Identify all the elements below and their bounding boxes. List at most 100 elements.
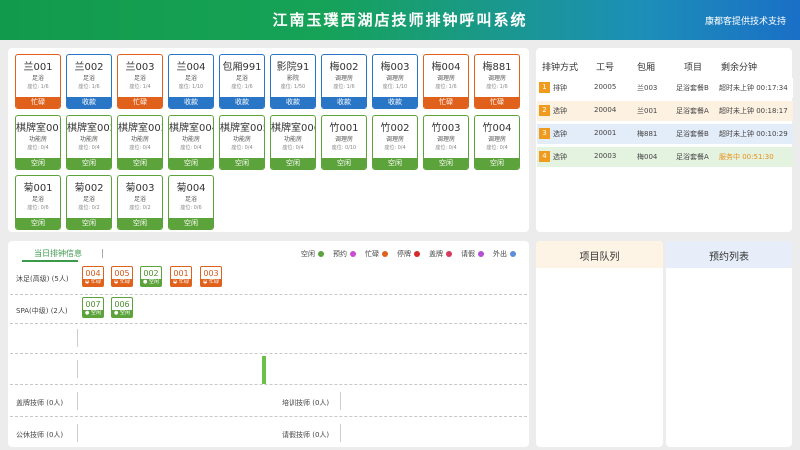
room-card[interactable]: 棋牌室002 功能房 座位: 0/4 空闲 xyxy=(66,115,112,170)
tech-status: ● 空闲 xyxy=(141,279,161,286)
legend-label: 空闲 xyxy=(301,250,315,258)
room-seats: 座位: 1/6 xyxy=(78,84,100,90)
tech-number: 006 xyxy=(114,300,130,309)
legend-item: 空闲 xyxy=(301,249,324,259)
queue-index-badge: 3 xyxy=(539,128,550,139)
room-card[interactable]: 棋牌室004 功能房 座位: 0/4 空闲 xyxy=(168,115,214,170)
queue-mode: 排钟 xyxy=(553,84,567,92)
legend-item: 外出 xyxy=(493,249,516,259)
room-seats: 座位: 0/4 xyxy=(384,145,406,151)
queue-header-id: 工号 xyxy=(596,63,615,73)
queue-row[interactable]: 2 选钟 20004 兰001 足浴套餐A 超时未上钟 00:18:17 xyxy=(537,101,793,121)
room-card[interactable]: 菊002 足浴 座位: 0/2 空闲 xyxy=(66,175,112,230)
room-type: 功能房 xyxy=(28,136,47,143)
room-seats: 座位: 0/4 xyxy=(435,145,457,151)
room-name: 梅002 xyxy=(329,62,359,73)
room-status-badge: 收款 xyxy=(271,97,315,108)
status-dot-icon xyxy=(350,251,356,257)
room-status-badge: 收款 xyxy=(322,97,366,108)
room-card[interactable]: 竹001 调理房 座位: 0/10 空闲 xyxy=(321,115,367,170)
room-card[interactable]: 棋牌室006 功能房 座位: 0/4 空闲 xyxy=(270,115,316,170)
room-card[interactable]: 菊004 足浴 座位: 0/6 空闲 xyxy=(168,175,214,230)
header-bar: 江南玉璞西湖店技师排钟呼叫系统 康都客提供技术支持 xyxy=(0,0,800,40)
room-card[interactable]: 梅004 调理房 座位: 1/6 忙碌 xyxy=(423,54,469,109)
legend-item: 预约 xyxy=(333,249,356,259)
room-card[interactable]: 兰003 足浴 座位: 1/4 忙碌 xyxy=(117,54,163,109)
room-name: 菊001 xyxy=(23,183,53,194)
tech-card[interactable]: 001 ◒ 忙碌 xyxy=(170,266,192,287)
tech-card[interactable]: 006 ● 空闲 xyxy=(111,297,133,318)
room-status-badge: 空闲 xyxy=(169,158,213,169)
room-type: 足浴 xyxy=(184,196,197,203)
room-card[interactable]: 梅003 调理房 座位: 1/10 收款 xyxy=(372,54,418,109)
room-seats: 座位: 0/4 xyxy=(486,145,508,151)
legend-label: 盖牌 xyxy=(429,250,443,258)
room-seats: 座位: 0/6 xyxy=(27,205,49,211)
room-status-badge: 空闲 xyxy=(271,158,315,169)
legend-label: 忙碌 xyxy=(365,250,379,258)
legend-label: 停牌 xyxy=(397,250,411,258)
tab-current-schedule[interactable]: 当日排钟信息 xyxy=(34,248,82,259)
scroll-indicator[interactable] xyxy=(262,356,266,384)
tech-card[interactable]: 002 ● 空闲 xyxy=(140,266,162,287)
room-card[interactable]: 兰002 足浴 座位: 1/6 收款 xyxy=(66,54,112,109)
room-card[interactable]: 棋牌室003 功能房 座位: 0/4 空闲 xyxy=(117,115,163,170)
room-card[interactable]: 梅002 调理房 座位: 1/6 收款 xyxy=(321,54,367,109)
tech-status: ◒ 忙碌 xyxy=(112,279,132,286)
room-seats: 座位: 1/4 xyxy=(129,84,151,90)
room-name: 棋牌室001 xyxy=(16,123,61,134)
room-seats: 座位: 0/2 xyxy=(78,205,100,211)
queue-header-remaining: 剩余分钟 xyxy=(721,63,758,73)
tech-status: ● 空闲 xyxy=(112,310,132,317)
room-name: 竹004 xyxy=(482,123,512,134)
status-dot-icon xyxy=(318,251,324,257)
tech-card[interactable]: 004 ◒ 忙碌 xyxy=(82,266,104,287)
room-card[interactable]: 竹004 调理房 座位: 0/4 空闲 xyxy=(474,115,520,170)
tech-card[interactable]: 003 ◒ 忙碌 xyxy=(200,266,222,287)
tech-number: 003 xyxy=(203,269,219,278)
status-dot-icon xyxy=(382,251,388,257)
room-name: 棋牌室006 xyxy=(271,123,316,134)
room-card[interactable]: 梅881 调理房 座位: 1/6 忙碌 xyxy=(474,54,520,109)
tech-number: 007 xyxy=(85,300,101,309)
room-card[interactable]: 兰001 足浴 座位: 1/6 忙碌 xyxy=(15,54,61,109)
queue-row[interactable]: 3 选钟 20001 梅881 足浴套餐B 超时未上钟 00:10:29 xyxy=(537,124,793,144)
room-seats: 座位: 1/6 xyxy=(435,84,457,90)
tech-status: ◒ 忙碌 xyxy=(171,279,191,286)
queue-row[interactable]: 1 排钟 20005 兰003 足浴套餐B 超时未上钟 00:17:34 xyxy=(537,78,793,98)
room-type: 足浴 xyxy=(184,75,197,82)
tech-card[interactable]: 005 ◒ 忙碌 xyxy=(111,266,133,287)
row-separator xyxy=(77,360,78,378)
room-status-badge: 忙碌 xyxy=(16,97,60,108)
row-divider xyxy=(10,416,527,417)
reservation-panel xyxy=(666,241,792,447)
queue-mode: 选钟 xyxy=(553,107,567,115)
room-type: 足浴 xyxy=(133,196,146,203)
room-card[interactable]: 棋牌室001 功能房 座位: 0/4 空闲 xyxy=(15,115,61,170)
queue-header-item: 项目 xyxy=(684,63,703,73)
support-text: 康都客提供技术支持 xyxy=(704,17,786,27)
queue-row[interactable]: 4 选钟 20003 梅004 足浴套餐A 服务中 00:51:30 xyxy=(537,147,793,167)
row-separator xyxy=(77,329,78,347)
room-name: 影院91 xyxy=(276,62,310,73)
tech-card[interactable]: 007 ● 空闲 xyxy=(82,297,104,318)
room-name: 菊004 xyxy=(176,183,206,194)
train-tech-label: 培训技师 (0人) xyxy=(282,399,330,407)
row-separator xyxy=(340,424,341,442)
room-card[interactable]: 包厢991 足浴 座位: 1/6 收款 xyxy=(219,54,265,109)
room-type: 调理房 xyxy=(436,75,455,82)
room-name: 梅881 xyxy=(482,62,512,73)
queue-item: 足浴套餐B xyxy=(676,84,709,92)
room-card[interactable]: 兰004 足浴 座位: 1/10 收款 xyxy=(168,54,214,109)
room-card[interactable]: 菊001 足浴 座位: 0/6 空闲 xyxy=(15,175,61,230)
room-status-badge: 空闲 xyxy=(118,158,162,169)
room-card[interactable]: 菊003 足浴 座位: 0/2 空闲 xyxy=(117,175,163,230)
cover-tech-label: 盖牌技师 (0人) xyxy=(16,399,64,407)
room-card[interactable]: 影院91 影院 座位: 1/50 收款 xyxy=(270,54,316,109)
room-card[interactable]: 竹002 调理房 座位: 0/4 空闲 xyxy=(372,115,418,170)
legend-item: 盖牌 xyxy=(429,249,452,259)
page-title: 江南玉璞西湖店技师排钟呼叫系统 xyxy=(272,11,528,29)
room-card[interactable]: 竹003 调理房 座位: 0/4 空闲 xyxy=(423,115,469,170)
room-card[interactable]: 棋牌室005 功能房 座位: 0/4 空闲 xyxy=(219,115,265,170)
room-type: 调理房 xyxy=(436,136,455,143)
